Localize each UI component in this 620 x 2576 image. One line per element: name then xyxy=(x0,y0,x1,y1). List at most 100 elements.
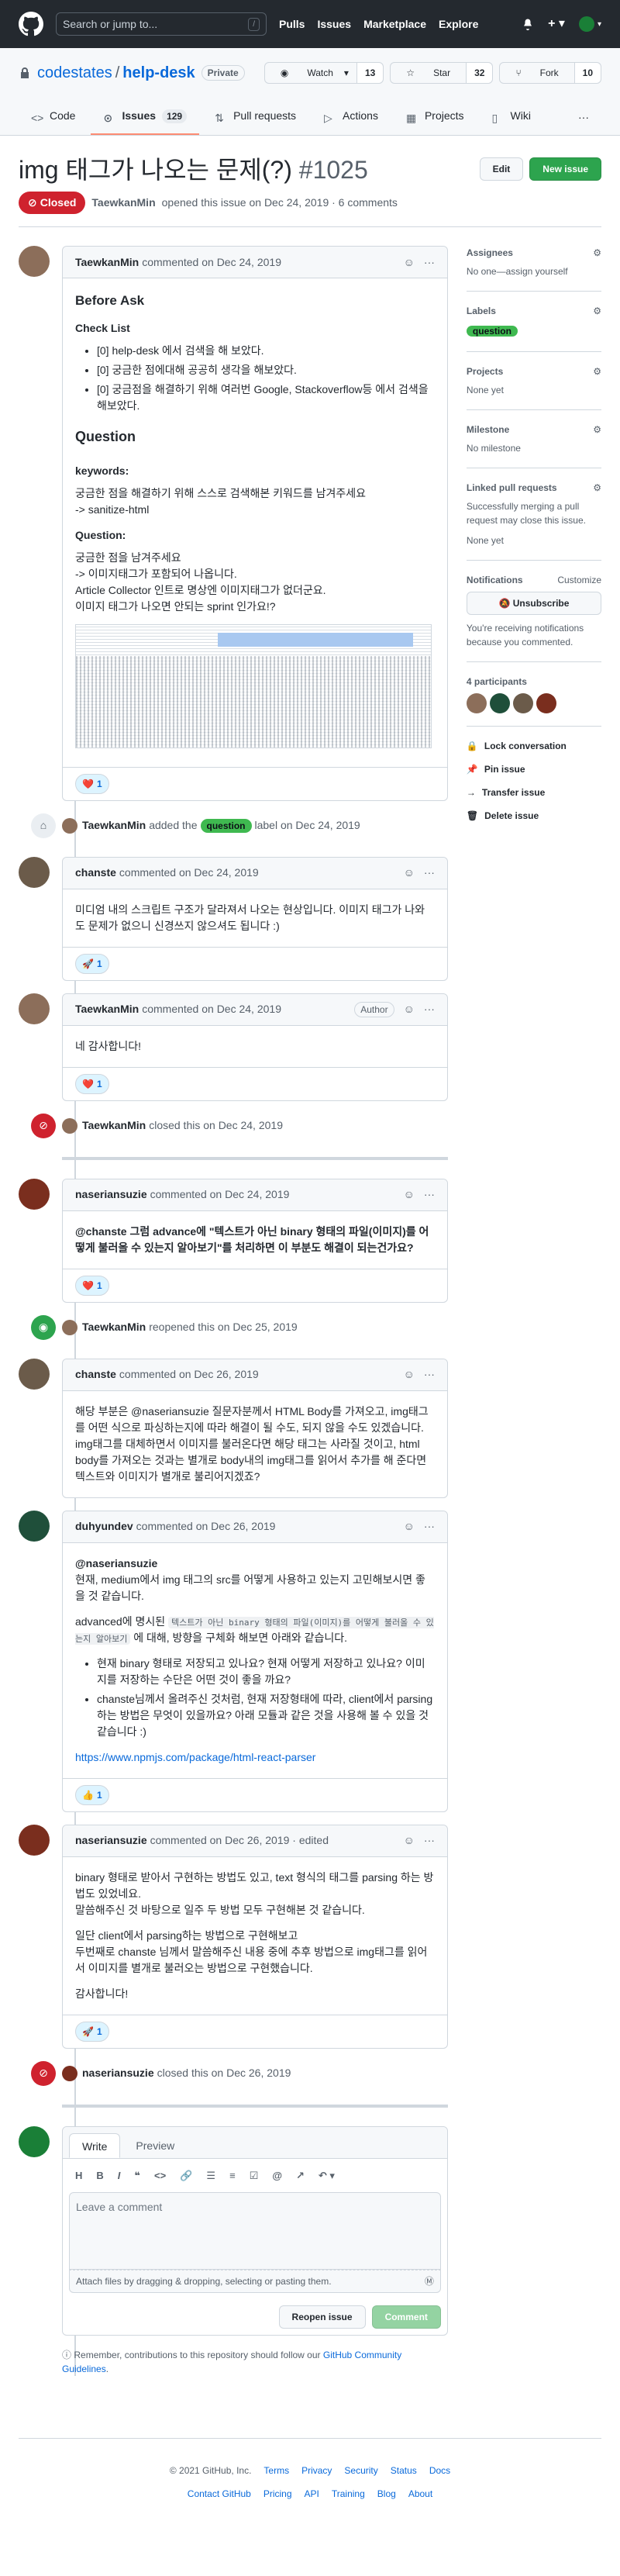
delete-issue-link[interactable]: 🗑 Delete issue xyxy=(467,809,601,823)
cross-reference-icon[interactable]: ↗ xyxy=(296,2168,305,2184)
comment-textarea[interactable]: Leave a comment xyxy=(69,2192,441,2270)
assignees-value[interactable]: No one—assign yourself xyxy=(467,264,601,278)
heart-reaction[interactable]: ❤️ 1 xyxy=(75,1073,109,1094)
fork-count[interactable]: 10 xyxy=(574,63,601,83)
kebab-horizontal-icon[interactable]: ··· xyxy=(424,1001,435,1017)
comment-time[interactable]: commented on Dec 24, 2019 xyxy=(119,865,259,881)
avatar[interactable] xyxy=(512,693,533,713)
npm-package-link[interactable]: https://www.npmjs.com/package/html-react… xyxy=(75,1751,315,1763)
footer-link-docs[interactable]: Docs xyxy=(429,2464,450,2478)
avatar[interactable] xyxy=(62,1117,78,1134)
smiley-icon[interactable]: ☺ xyxy=(404,1518,415,1535)
tab-issues[interactable]: ⊙ Issues 129 xyxy=(91,102,200,135)
linked-prs-heading[interactable]: Linked pull requests xyxy=(467,481,557,495)
github-logo-icon[interactable] xyxy=(19,12,43,36)
avatar[interactable] xyxy=(19,993,50,1024)
gear-icon[interactable]: ⚙ xyxy=(593,246,601,260)
event-actor[interactable]: TaewkanMin xyxy=(82,817,146,834)
label-question[interactable]: question xyxy=(466,326,518,337)
ordered-list-icon[interactable]: ≡ xyxy=(229,2168,236,2184)
plus-dropdown-icon[interactable]: + ▾ xyxy=(548,15,565,33)
avatar[interactable] xyxy=(19,1178,50,1210)
kebab-horizontal-icon[interactable]: ··· xyxy=(566,103,601,135)
unordered-list-icon[interactable]: ☰ xyxy=(206,2168,215,2184)
footer-link-api[interactable]: API xyxy=(305,2487,319,2501)
fork-button[interactable]: ⑂ Fork 10 xyxy=(499,62,601,84)
italic-icon[interactable]: I xyxy=(118,2168,121,2184)
milestone-heading[interactable]: Milestone xyxy=(467,423,509,437)
kebab-horizontal-icon[interactable]: ··· xyxy=(424,865,435,881)
unsubscribe-button[interactable]: 🔕 Unsubscribe xyxy=(466,592,601,615)
avatar[interactable] xyxy=(536,693,556,713)
kebab-horizontal-icon[interactable]: ··· xyxy=(424,1366,435,1383)
gear-icon[interactable]: ⚙ xyxy=(593,481,601,495)
nav-issues[interactable]: Issues xyxy=(317,16,351,33)
event-actor[interactable]: TaewkanMin xyxy=(82,1319,146,1335)
footer-link-training[interactable]: Training xyxy=(332,2487,365,2501)
task-list-icon[interactable]: ☑ xyxy=(250,2168,259,2184)
avatar[interactable] xyxy=(19,1510,50,1542)
rocket-reaction[interactable]: 🚀 1 xyxy=(75,953,109,974)
heart-reaction[interactable]: ❤️ 1 xyxy=(75,1275,109,1296)
kebab-horizontal-icon[interactable]: ··· xyxy=(424,1832,435,1849)
heart-reaction[interactable]: ❤️ 1 xyxy=(75,773,109,794)
labels-heading[interactable]: Labels xyxy=(467,304,496,318)
avatar[interactable] xyxy=(62,2065,78,2081)
label-question[interactable]: question xyxy=(200,818,252,833)
smiley-icon[interactable]: ☺ xyxy=(404,1366,415,1383)
event-actor[interactable]: TaewkanMin xyxy=(82,1117,146,1134)
watch-count[interactable]: 13 xyxy=(356,63,384,83)
gear-icon[interactable]: ⚙ xyxy=(593,304,601,318)
reopen-issue-button[interactable]: Reopen issue xyxy=(278,2305,366,2329)
avatar[interactable] xyxy=(62,817,78,834)
issue-author[interactable]: TaewkanMin xyxy=(91,195,155,211)
comment-time[interactable]: commented on Dec 26, 2019 xyxy=(119,1366,259,1383)
avatar[interactable] xyxy=(19,1824,50,1856)
nav-pulls[interactable]: Pulls xyxy=(279,16,305,33)
quote-icon[interactable]: ❝ xyxy=(134,2168,140,2184)
comment-author[interactable]: TaewkanMin xyxy=(75,254,139,271)
star-count[interactable]: 32 xyxy=(466,63,493,83)
star-button[interactable]: ☆ Star 32 xyxy=(390,62,494,84)
kebab-horizontal-icon[interactable]: ··· xyxy=(424,254,435,271)
avatar[interactable] xyxy=(19,246,50,277)
thumbs-up-reaction[interactable]: 👍 1 xyxy=(75,1784,109,1805)
projects-heading[interactable]: Projects xyxy=(467,364,503,378)
edit-title-button[interactable]: Edit xyxy=(479,157,524,181)
lock-conversation-link[interactable]: 🔒 Lock conversation xyxy=(467,739,601,753)
avatar[interactable] xyxy=(489,693,510,713)
tab-preview[interactable]: Preview xyxy=(123,2133,187,2158)
comment-time[interactable]: commented on Dec 24, 2019 xyxy=(142,254,281,271)
user-mention[interactable]: @naseriansuzie xyxy=(75,1557,157,1569)
watch-button[interactable]: ◉ Watch ▾ 13 xyxy=(264,62,384,84)
footer-link-about[interactable]: About xyxy=(408,2487,432,2501)
tab-code[interactable]: <> Code xyxy=(19,102,88,135)
link-icon[interactable]: 🔗 xyxy=(180,2168,192,2184)
rocket-reaction[interactable]: 🚀 1 xyxy=(75,2021,109,2042)
comment-author[interactable]: chanste xyxy=(75,865,116,881)
kebab-horizontal-icon[interactable]: ··· xyxy=(424,1186,435,1203)
new-issue-button[interactable]: New issue xyxy=(529,157,601,181)
tab-projects[interactable]: ▦ Projects xyxy=(394,102,477,135)
nav-marketplace[interactable]: Marketplace xyxy=(363,16,426,33)
footer-link-privacy[interactable]: Privacy xyxy=(301,2464,332,2478)
footer-link-blog[interactable]: Blog xyxy=(377,2487,396,2501)
comment-time[interactable]: commented on Dec 24, 2019 xyxy=(150,1186,290,1203)
tab-pull-requests[interactable]: ⇅ Pull requests xyxy=(202,102,308,135)
footer-link-pricing[interactable]: Pricing xyxy=(264,2487,292,2501)
comment-time[interactable]: commented on Dec 26, 2019 · edited xyxy=(150,1832,329,1849)
comment-author[interactable]: naseriansuzie xyxy=(75,1832,147,1849)
gear-icon[interactable]: ⚙ xyxy=(593,423,601,437)
assignees-heading[interactable]: Assignees xyxy=(467,246,513,260)
transfer-issue-link[interactable]: → Transfer issue xyxy=(467,786,601,799)
nav-explore[interactable]: Explore xyxy=(439,16,478,33)
avatar[interactable] xyxy=(19,1358,50,1390)
comment-author[interactable]: duhyundev xyxy=(75,1518,133,1535)
file-attach-area[interactable]: Attach files by dragging & dropping, sel… xyxy=(69,2270,441,2293)
comment-author[interactable]: TaewkanMin xyxy=(75,1001,139,1017)
heading-icon[interactable]: H xyxy=(75,2168,82,2184)
comment-author[interactable]: naseriansuzie xyxy=(75,1186,147,1203)
comment-button[interactable]: Comment xyxy=(371,2305,441,2329)
bell-icon[interactable] xyxy=(522,18,534,30)
markdown-icon[interactable]: Ⓜ xyxy=(425,2274,434,2288)
